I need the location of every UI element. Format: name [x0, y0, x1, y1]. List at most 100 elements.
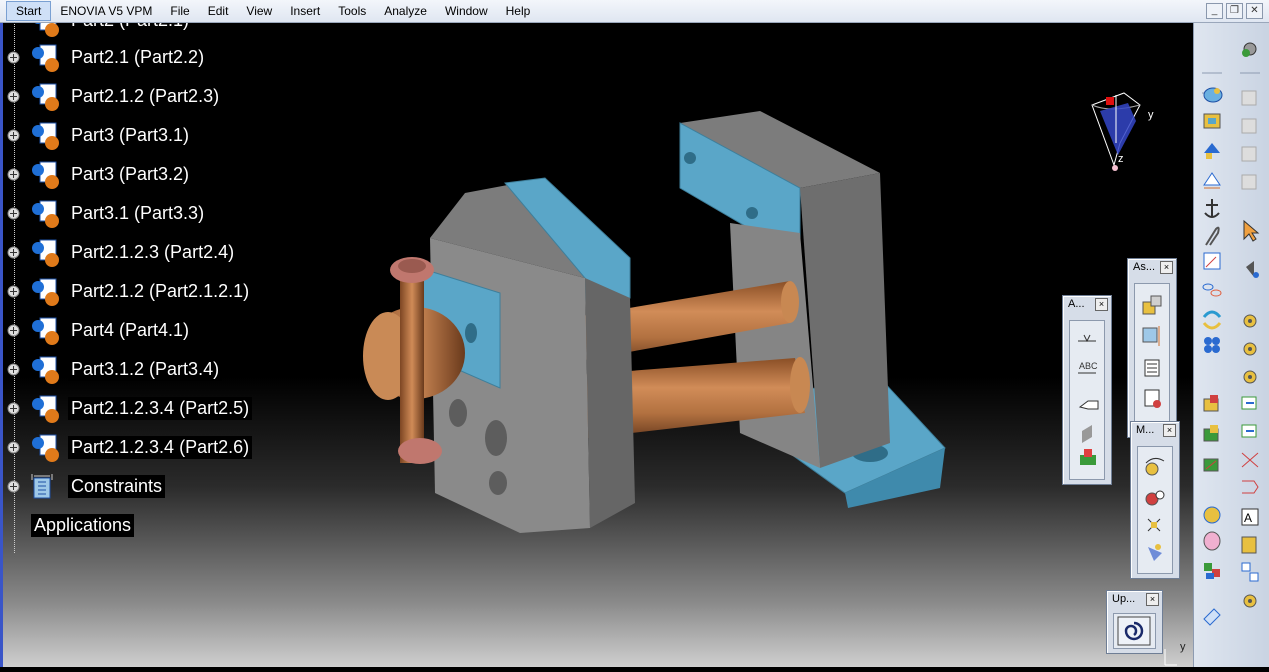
front-jaw-hole: [489, 471, 507, 495]
update-icon[interactable]: [1114, 614, 1154, 648]
front-jaw-hole: [485, 420, 507, 456]
product-part-icon: [32, 434, 59, 462]
weld-annotation-icon[interactable]: [1078, 334, 1096, 343]
replace-component-icon[interactable]: [1204, 143, 1220, 159]
menu-edit[interactable]: Edit: [199, 4, 238, 18]
menu-enovia[interactable]: ENOVIA V5 VPM: [51, 4, 161, 18]
tree-node-label: Applications: [31, 514, 135, 537]
flatten-icon[interactable]: [1203, 425, 1219, 442]
menu-help[interactable]: Help: [497, 4, 540, 18]
assembly-feature-icon[interactable]: [1144, 389, 1161, 408]
stamp-icon[interactable]: [1241, 396, 1257, 410]
export-icon[interactable]: [1242, 480, 1259, 494]
tree-node-label: Part2 (Part2.1): [68, 23, 193, 32]
reuse-pattern-icon[interactable]: [1202, 310, 1222, 330]
menu-tools[interactable]: Tools: [329, 4, 375, 18]
measure-inertia-icon[interactable]: [1147, 518, 1161, 532]
floating-toolbar-annotations[interactable]: A... × ABC: [1062, 295, 1112, 485]
expand-icon[interactable]: [7, 285, 20, 298]
product-part-icon: [32, 122, 59, 150]
expand-icon[interactable]: [7, 90, 20, 103]
gear-icon[interactable]: [1243, 594, 1257, 608]
expand-icon[interactable]: [7, 441, 20, 454]
gear-icon[interactable]: [1243, 314, 1257, 328]
tree-node-label: Part2.1.2 (Part2.1.2.1): [68, 280, 253, 303]
catalog-icon[interactable]: [1242, 42, 1257, 57]
text-tool-icon[interactable]: A: [1241, 508, 1259, 526]
surface-icon[interactable]: [1203, 531, 1221, 551]
menu-start[interactable]: Start: [6, 1, 52, 21]
measure-item-icon[interactable]: [1145, 490, 1165, 506]
measure-between-icon[interactable]: [1145, 457, 1165, 476]
fix-together-icon[interactable]: [1203, 252, 1221, 270]
stamp-icon[interactable]: [1241, 424, 1257, 438]
product-part-icon: [32, 395, 59, 423]
expand-icon[interactable]: [7, 324, 20, 337]
bend-icon[interactable]: [1203, 458, 1219, 472]
tree-node-label: Part2.1.2.3 (Part2.4): [68, 241, 238, 264]
graph-tree-icon[interactable]: [1203, 172, 1221, 189]
gear-icon[interactable]: [1243, 342, 1257, 356]
3d-viewport[interactable]: y z y Part2 (Part2.1) Part2.1 (Part2.2) …: [0, 23, 1193, 667]
gear-icon[interactable]: [1243, 370, 1257, 384]
menu-analyze[interactable]: Analyze: [375, 4, 436, 18]
text-annotation-icon[interactable]: ABC: [1078, 361, 1098, 374]
minimize-icon[interactable]: _: [1206, 3, 1223, 19]
close-icon[interactable]: ×: [1160, 261, 1173, 274]
expand-icon[interactable]: [7, 207, 20, 220]
multi-instantiation-icon[interactable]: [1204, 337, 1220, 353]
menu-file[interactable]: File: [161, 4, 198, 18]
flag-note-icon[interactable]: [1078, 400, 1099, 410]
expand-icon[interactable]: [7, 168, 20, 181]
expand-icon[interactable]: [7, 363, 20, 376]
floating-toolbar-measure[interactable]: M... ×: [1130, 421, 1180, 579]
product-part-icon: [32, 200, 59, 228]
floating-toolbar-update[interactable]: Up... ×: [1106, 590, 1163, 654]
manipulation-icon[interactable]: [1246, 261, 1259, 278]
sketch-icon[interactable]: [1203, 506, 1221, 524]
window-controls: _ ❐ ✕: [1206, 3, 1263, 19]
menu-view[interactable]: View: [237, 4, 281, 18]
screw-rod-lower-end: [790, 357, 810, 413]
expand-icon[interactable]: [7, 129, 20, 142]
close-icon[interactable]: ✕: [1246, 3, 1263, 19]
annotation-plane-icon[interactable]: [1080, 449, 1096, 465]
expand-icon[interactable]: [7, 51, 20, 64]
toolbar-body: [1134, 283, 1170, 433]
menu-window[interactable]: Window: [436, 4, 497, 18]
close-icon[interactable]: ×: [1146, 593, 1159, 606]
sheet-metal-icon[interactable]: [1203, 395, 1219, 412]
handle-knob-top-face: [398, 259, 426, 273]
cut-icon[interactable]: [1241, 452, 1259, 468]
product-part-icon: [32, 239, 59, 267]
scene-icon[interactable]: [1082, 425, 1092, 443]
select-arrow-icon[interactable]: [1243, 219, 1260, 242]
symmetry-icon[interactable]: [1144, 359, 1160, 377]
menu-insert[interactable]: Insert: [281, 4, 329, 18]
restore-icon[interactable]: ❐: [1226, 3, 1243, 19]
color-material-icon[interactable]: [1204, 563, 1220, 579]
expand-icon[interactable]: [7, 480, 20, 493]
axis-triad-icon: [1164, 649, 1177, 666]
product-management-icon[interactable]: [1203, 87, 1223, 103]
chain-icon[interactable]: [1202, 283, 1222, 297]
close-icon[interactable]: ×: [1095, 298, 1108, 311]
tree-structure-icon[interactable]: [1241, 562, 1259, 582]
eraser-icon[interactable]: [1203, 608, 1221, 626]
rear-jaw-hole: [684, 152, 696, 164]
handle-bar: [400, 278, 424, 463]
close-icon[interactable]: ×: [1163, 424, 1176, 437]
bom-icon[interactable]: [1241, 536, 1257, 554]
explode-icon[interactable]: [1142, 295, 1162, 315]
expand-icon[interactable]: [7, 402, 20, 415]
expand-icon[interactable]: [7, 246, 20, 259]
compass-tool-icon[interactable]: [1148, 544, 1162, 561]
toolbar-body: ABC: [1069, 320, 1105, 480]
paperclip-icon[interactable]: [1205, 226, 1220, 246]
compass-y-label: y: [1148, 109, 1154, 121]
split-icon[interactable]: [1142, 326, 1160, 346]
floating-toolbar-assembly[interactable]: As... ×: [1127, 258, 1177, 438]
existing-component-icon[interactable]: [1203, 113, 1221, 129]
disabled-tool-icon: [1241, 174, 1257, 190]
anchor-icon[interactable]: [1204, 199, 1220, 218]
